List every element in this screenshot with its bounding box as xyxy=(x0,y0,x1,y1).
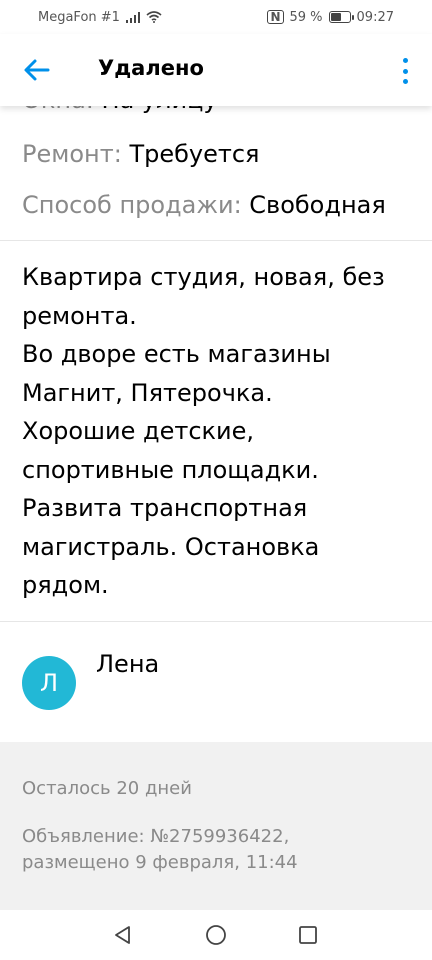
battery-percent: 59 % xyxy=(289,9,323,25)
description-line: Во дворе есть магазины xyxy=(22,340,331,368)
ad-number: Объявление: №2759936422, xyxy=(22,826,290,847)
param-key: Способ продажи: xyxy=(22,191,242,219)
arrow-left-icon[interactable] xyxy=(22,56,52,84)
seller-card[interactable]: Л Лена xyxy=(0,622,432,742)
app-bar: Удалено xyxy=(0,34,432,106)
status-bar: MegaFon #1 N 59 % 09:27 xyxy=(0,0,432,34)
square-recent-icon[interactable] xyxy=(297,924,319,946)
description-line: Хорошие детские, xyxy=(22,417,255,445)
circle-home-icon[interactable] xyxy=(205,924,227,946)
clock: 09:27 xyxy=(356,9,394,25)
ad-date: размещено 9 февраля, 11:44 xyxy=(22,852,298,873)
carrier-label: MegaFon #1 xyxy=(38,9,120,25)
param-sale-method: Способ продажи: Свободная xyxy=(22,191,386,219)
battery-icon xyxy=(328,11,354,23)
description: Квартира студия, новая, без ремонта. Во … xyxy=(22,258,412,605)
param-value: Свободная xyxy=(249,191,386,219)
description-line: ремонта. xyxy=(22,301,137,330)
description-line: магистраль. Остановка xyxy=(22,532,320,561)
wifi-icon xyxy=(146,11,162,23)
seller-name[interactable]: Лена xyxy=(96,650,159,678)
description-line: рядом. xyxy=(22,571,109,599)
signal-icon xyxy=(125,11,140,23)
param-key: Ремонт: xyxy=(22,140,122,168)
remaining-days: Осталось 20 дней xyxy=(22,778,192,799)
more-vertical-icon[interactable] xyxy=(400,58,410,84)
page-title: Удалено xyxy=(98,56,204,80)
nfc-icon: N xyxy=(267,10,284,24)
ad-info-section: Осталось 20 дней Объявление: №2759936422… xyxy=(0,742,432,910)
avatar[interactable]: Л xyxy=(22,656,76,710)
param-repair: Ремонт: Требуется xyxy=(22,140,259,168)
ad-details: Объявление: №2759936422, размещено 9 фев… xyxy=(22,824,298,876)
description-line: Развита транспортная xyxy=(22,494,308,522)
description-line: Магнит, Пятерочка. xyxy=(22,378,273,407)
param-value: Требуется xyxy=(129,140,260,168)
description-line: спортивные площадки. xyxy=(22,455,319,484)
description-line: Квартира студия, новая, без xyxy=(22,263,385,291)
triangle-back-icon[interactable] xyxy=(112,924,134,946)
system-nav-bar xyxy=(0,910,432,960)
divider xyxy=(0,240,432,241)
